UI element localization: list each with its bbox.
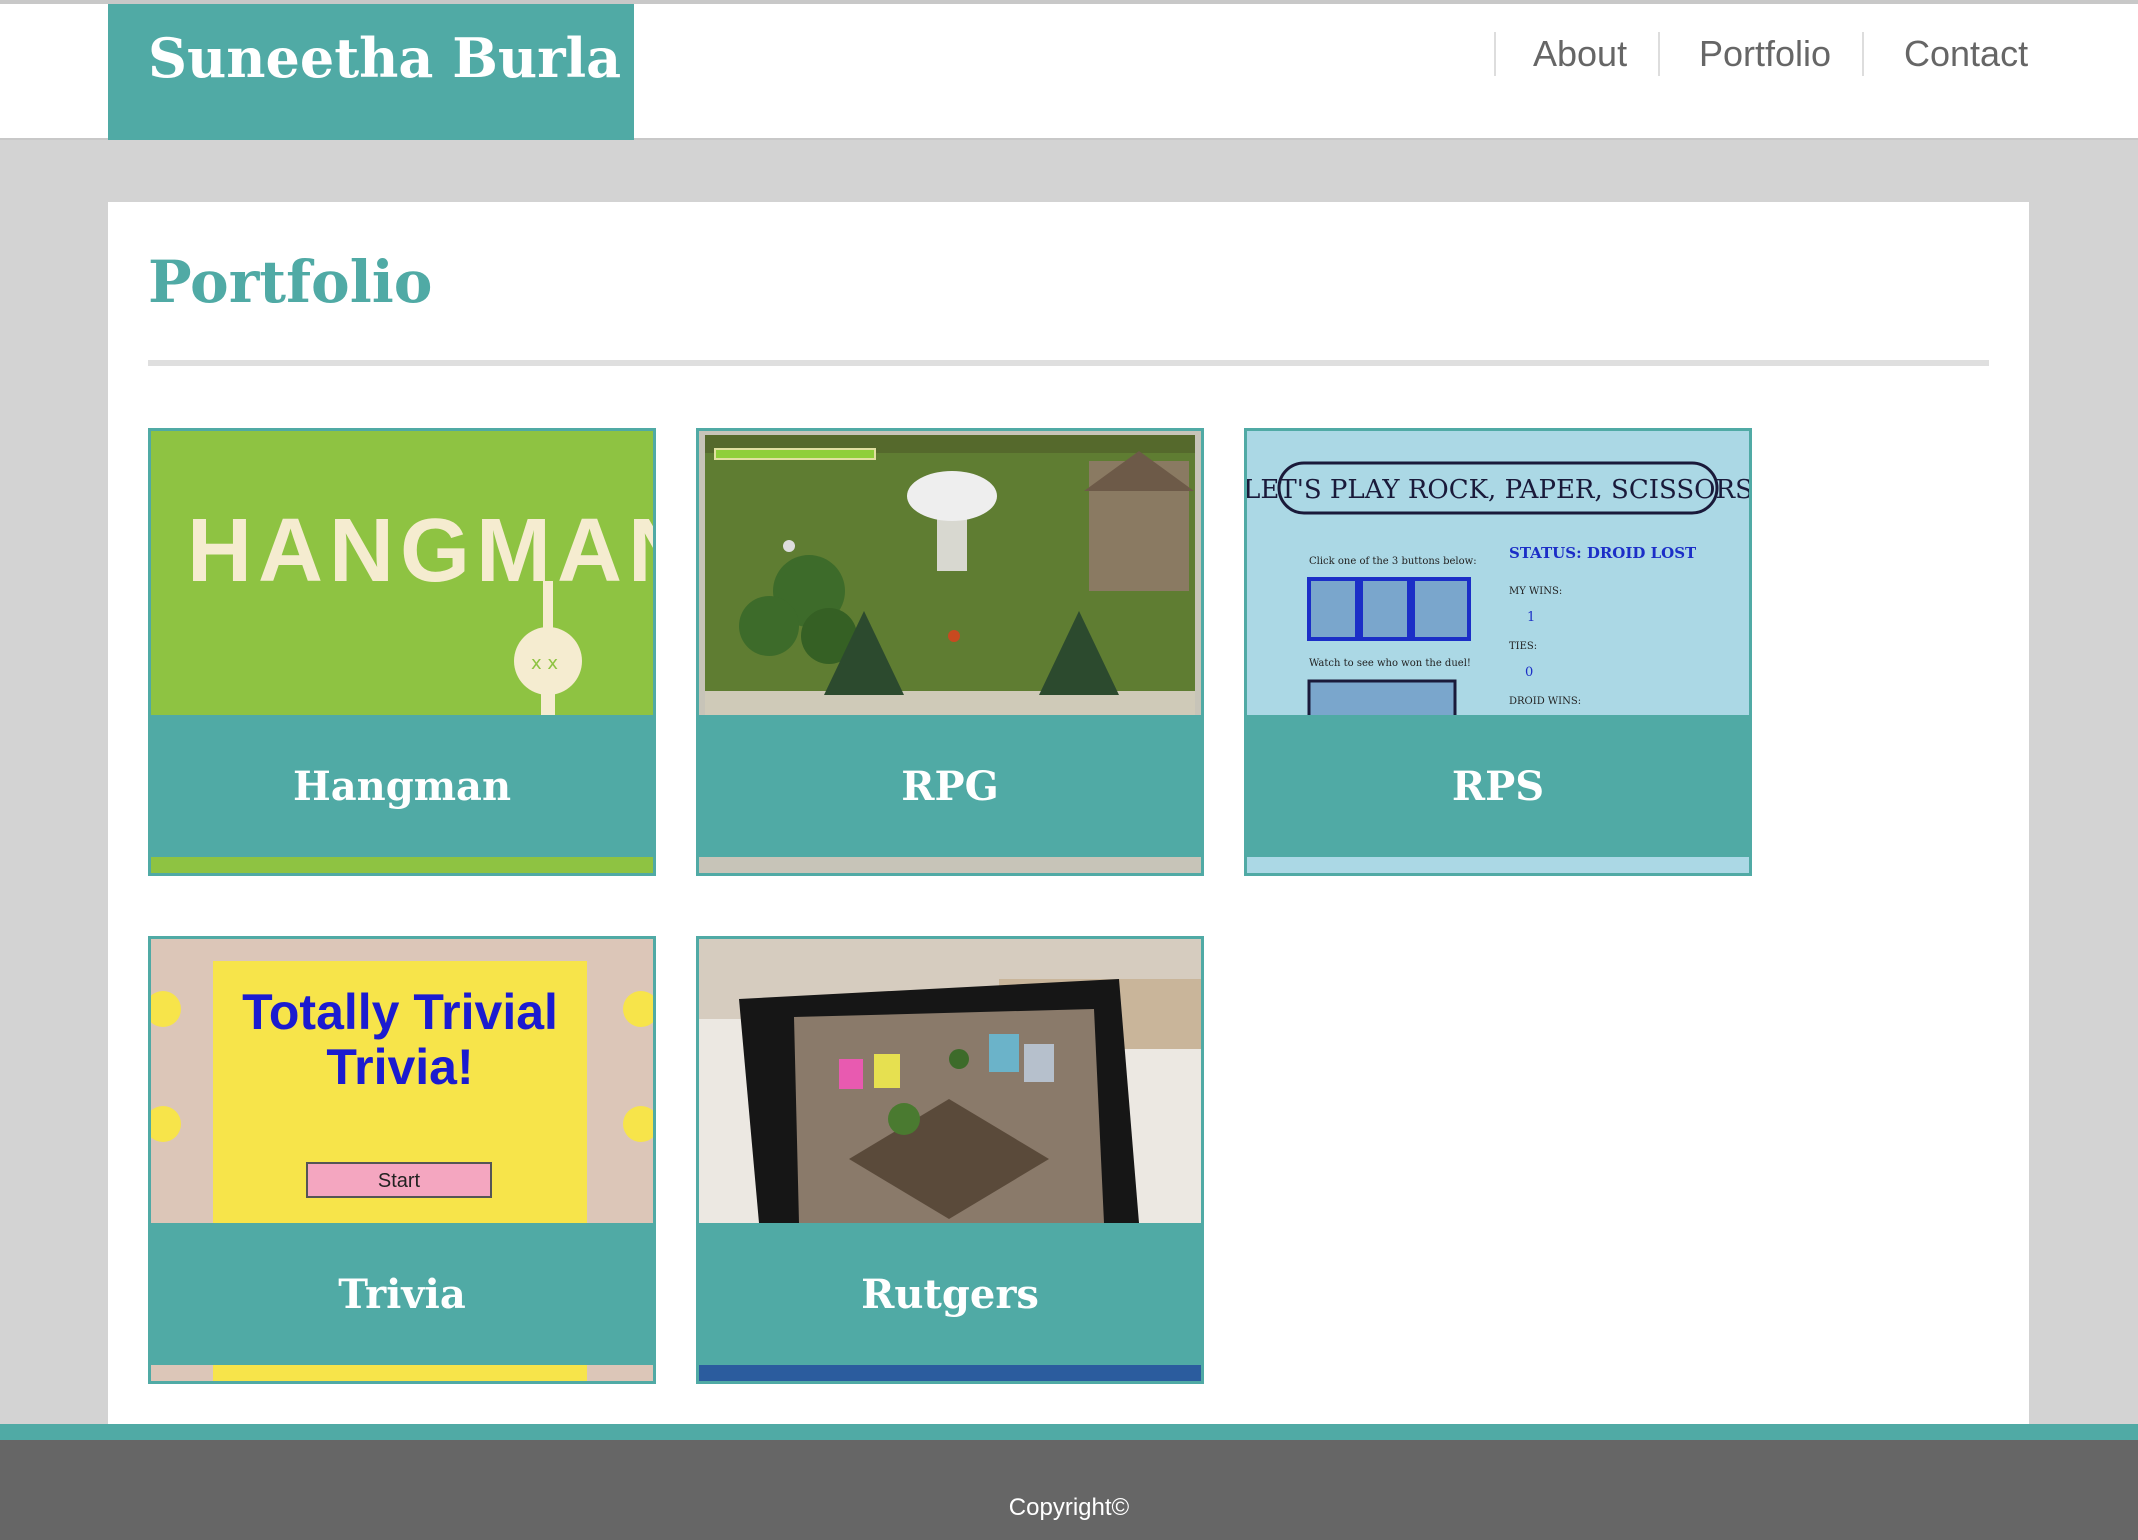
rps-droid-wins-label: DROID WINS:: [1509, 696, 1581, 707]
site-header: Suneetha Burla About Portfolio Contact: [0, 4, 2138, 140]
project-card-rps[interactable]: LET'S PLAY ROCK, PAPER, SCISSORS Click o…: [1244, 428, 1752, 876]
rps-instruction-text: Click one of the 3 buttons below:: [1309, 556, 1477, 567]
rps-heading-text: LET'S PLAY ROCK, PAPER, SCISSORS: [1247, 475, 1749, 505]
nav-separator: [1658, 32, 1660, 76]
brand-name[interactable]: Suneetha Burla: [148, 26, 621, 90]
footer-stripe: [0, 1424, 2138, 1440]
brand-logo[interactable]: Suneetha Burla: [108, 4, 634, 140]
rock-button-icon: [1307, 577, 1359, 641]
nav-separator: [1862, 32, 1864, 76]
nav-contact[interactable]: Contact: [1904, 32, 2028, 76]
project-title: RPG: [901, 762, 999, 810]
rps-status-text: STATUS: DROID LOST: [1509, 544, 1697, 562]
project-title: Hangman: [292, 762, 512, 810]
svg-text:x x: x x: [531, 653, 558, 674]
paper-button-icon: [1359, 577, 1411, 641]
rps-watch-text: Watch to see who won the duel!: [1309, 658, 1471, 669]
portfolio-section: Portfolio HANGMAN x x Hangman RPG LET'S …: [108, 202, 2029, 1424]
nav-separator: [1494, 32, 1496, 76]
rps-ties-value: 0: [1525, 665, 1533, 680]
trivia-start-label: Start: [378, 1170, 421, 1192]
card-caption: Rutgers: [699, 1223, 1201, 1365]
project-title: RPS: [1451, 762, 1545, 810]
nav-about[interactable]: About: [1533, 32, 1627, 76]
project-title: Rutgers: [861, 1270, 1039, 1318]
card-caption: RPG: [699, 715, 1201, 857]
hangman-title-text: HANGMAN: [187, 501, 653, 601]
card-caption: RPS: [1247, 715, 1749, 857]
site-footer: Copyright©: [0, 1440, 2138, 1540]
project-title: Trivia: [338, 1270, 466, 1318]
copyright-text: Copyright©: [1008, 1494, 1130, 1521]
trivia-title-line2: Trivia!: [326, 1039, 473, 1095]
card-caption: Hangman: [151, 715, 653, 857]
project-card-rutgers[interactable]: Rutgers: [696, 936, 1204, 1384]
scissors-button-icon: [1411, 577, 1471, 641]
project-card-hangman[interactable]: HANGMAN x x Hangman: [148, 428, 656, 876]
project-card-trivia[interactable]: Totally Trivial Trivia! Start Trivia: [148, 936, 656, 1384]
rps-ties-label: TIES:: [1509, 641, 1537, 652]
title-divider: [148, 360, 1989, 366]
nav-portfolio[interactable]: Portfolio: [1699, 32, 1831, 76]
project-card-rpg[interactable]: RPG: [696, 428, 1204, 876]
card-caption: Trivia: [151, 1223, 653, 1365]
rps-my-wins-value: 1: [1527, 610, 1535, 625]
rps-my-wins-label: MY WINS:: [1509, 586, 1562, 597]
page-title: Portfolio: [148, 248, 433, 316]
trivia-title-line1: Totally Trivial: [242, 984, 558, 1040]
